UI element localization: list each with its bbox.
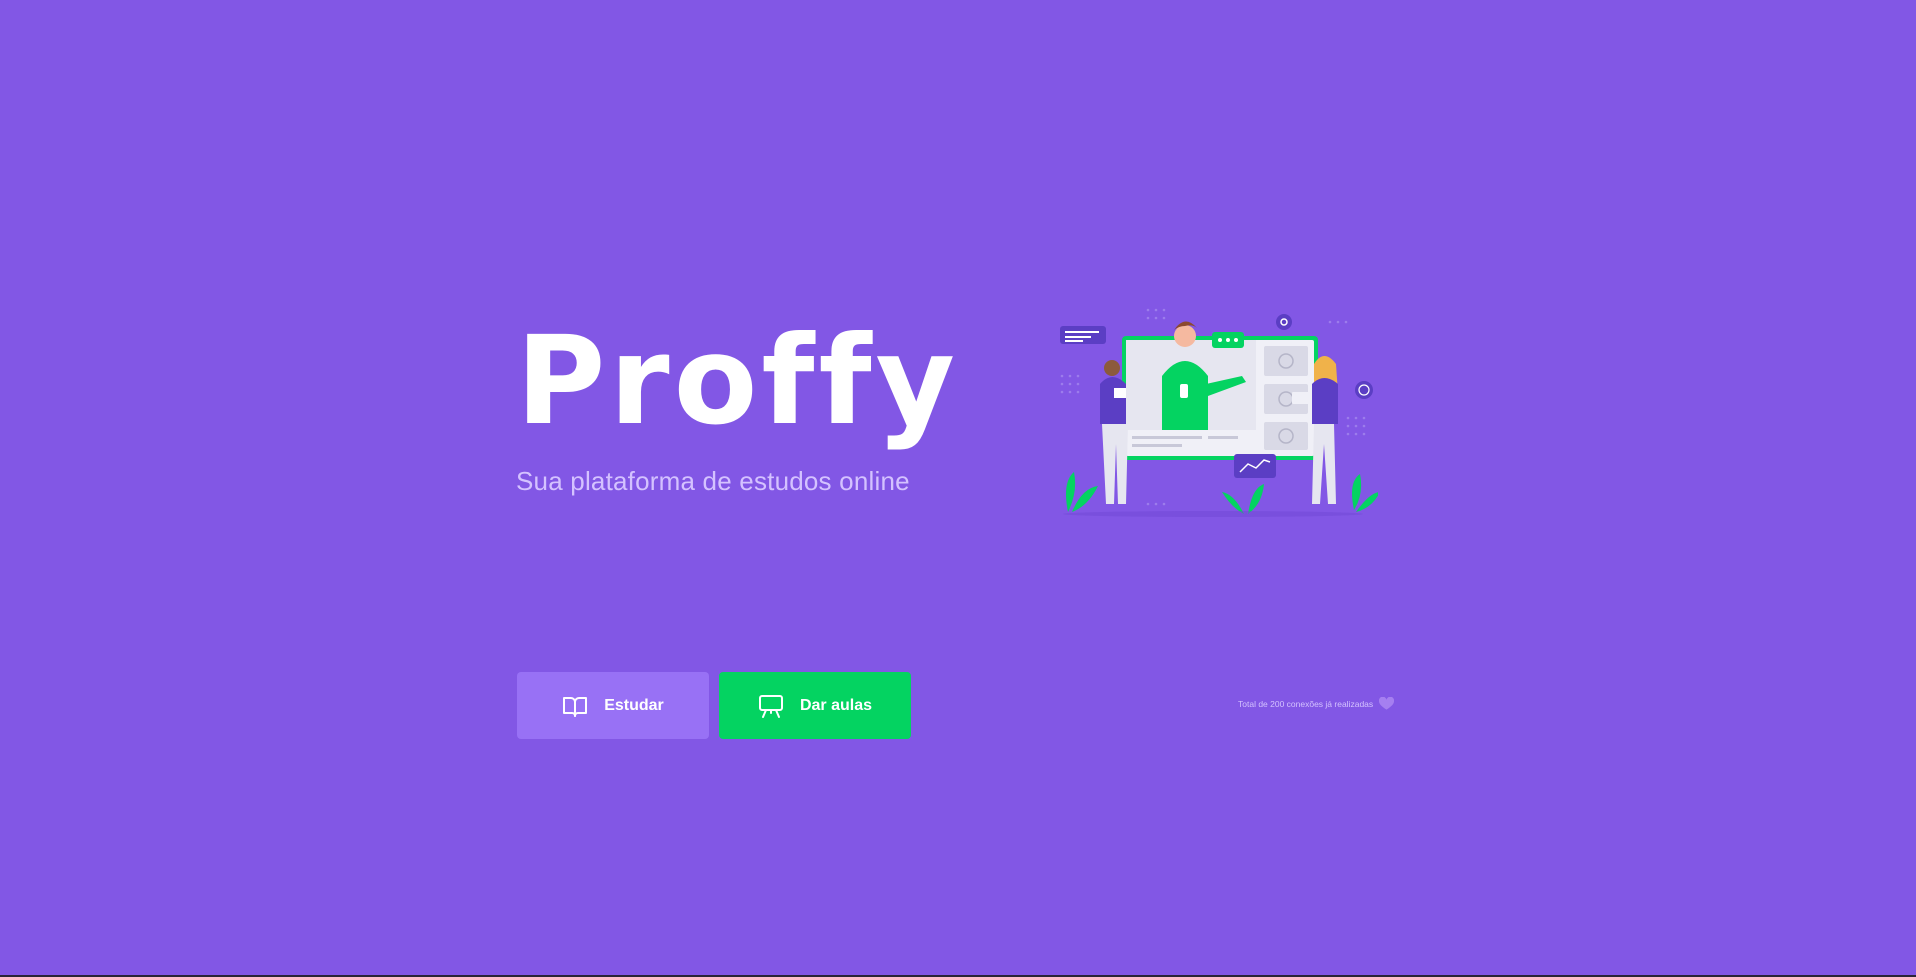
logo-container: Proffy Sua plataforma de estudos online (516, 320, 986, 497)
action-buttons: Estudar Dar aulas (517, 672, 911, 739)
total-connections-text: Total de 200 conexões já realizadas (1238, 699, 1374, 709)
logo-text: Proffy (516, 320, 956, 452)
presentation-board-icon (758, 693, 784, 719)
total-connections: Total de 200 conexões já realizadas (1238, 697, 1395, 711)
proffy-logo: Proffy (516, 320, 956, 452)
online-teaching-illustration (1060, 308, 1378, 517)
give-classes-button[interactable]: Dar aulas (719, 672, 911, 739)
purple-heart-icon (1379, 697, 1395, 711)
give-classes-button-label: Dar aulas (799, 696, 873, 714)
book-open-icon (562, 693, 588, 719)
study-button-label: Estudar (604, 696, 664, 714)
landing-page: Proffy Sua plataforma de estudos online (0, 0, 1916, 977)
tagline: Sua plataforma de estudos online (516, 466, 910, 496)
study-button[interactable]: Estudar (517, 672, 709, 739)
hero-illustration (1048, 300, 1378, 520)
